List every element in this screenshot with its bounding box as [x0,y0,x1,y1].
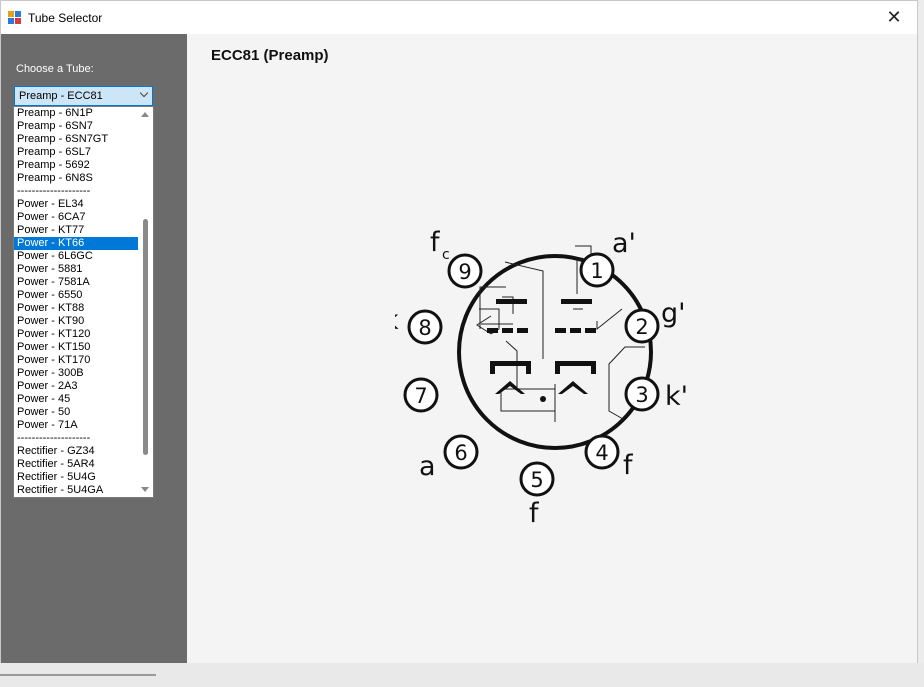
heater-junction [540,396,546,402]
dropdown-item[interactable]: Preamp - 6SN7GT [14,133,138,146]
pin-2-number: 2 [635,315,648,339]
pin-7-number: 7 [414,384,427,408]
pin-2-label: g' [661,298,686,329]
dropdown-item[interactable]: Power - 6L6GC [14,250,138,263]
pin-4-label: f [623,450,634,481]
scroll-up-icon[interactable] [141,112,149,117]
pin-4-number: 4 [595,441,608,465]
dropdown-item[interactable]: Power - KT120 [14,328,138,341]
dropdown-item[interactable]: Rectifier - 5U4GA [14,484,138,497]
pin-1-number: 1 [590,259,603,283]
dropdown-item[interactable]: Power - 6550 [14,289,138,302]
dropdown-item[interactable]: Power - KT88 [14,302,138,315]
pin-3-number: 3 [635,383,648,407]
pin-6-number: 6 [454,441,467,465]
dropdown-item[interactable]: Power - 7581A [14,276,138,289]
pin-1: 1 [579,252,615,288]
dropdown-items: Preamp - 6N1P Preamp - 6SN7 Preamp - 6SN7G… [14,107,138,497]
right-triode [555,299,596,394]
window-title: Tube Selector [28,11,103,25]
dropdown-scrollbar[interactable] [138,107,153,497]
pin-8-number: 8 [418,316,431,340]
pin-6-label: a [419,451,436,482]
dropdown-item[interactable]: Preamp - 6N8S [14,172,138,185]
dropdown-item[interactable]: Power - 5881 [14,263,138,276]
pin-9-sublabel: c [442,247,450,263]
dropdown-item[interactable]: Power - EL34 [14,198,138,211]
pin-5-number: 5 [530,468,543,492]
pin-9: 9 [447,253,483,289]
dropdown-item[interactable]: Power - 2A3 [14,380,138,393]
app-icon [8,11,21,24]
pin-3: 3 [624,376,660,412]
dropdown-item[interactable]: Power - KT150 [14,341,138,354]
bottom-scroll-indicator [0,674,156,676]
pin-7: 7 [403,377,439,413]
dropdown-item[interactable]: Preamp - 6SL7 [14,146,138,159]
pin-6: 6 [443,434,479,470]
pin-5: 5 [519,461,555,497]
dropdown-item[interactable]: Power - 71A [14,419,138,432]
app-window: Tube Selector ✕ Choose a Tube: Preamp - … [0,0,918,664]
tube-combobox[interactable]: Preamp - ECC81 [14,86,153,106]
pin-8-label: k [395,305,399,336]
dropdown-item[interactable]: Power - KT66 [14,237,138,250]
tube-title: ECC81 (Preamp) [211,47,329,64]
dropdown-item[interactable]: Power - 50 [14,406,138,419]
tube-pinout-diagram: 1 2 3 4 5 6 7 8 9 a' g' k' f f a f c [395,227,688,529]
tube-dropdown-list[interactable]: Preamp - 6N1P Preamp - 6SN7 Preamp - 6SN7G… [13,106,154,498]
pin-8: 8 [407,309,443,345]
pin-4: 4 [584,434,620,470]
chevron-down-icon[interactable] [139,88,149,98]
close-icon: ✕ [886,7,902,27]
dropdown-item[interactable]: Preamp - 5692 [14,159,138,172]
dropdown-item[interactable]: Power - 6CA7 [14,211,138,224]
pin-2: 2 [624,308,660,344]
pin-3-label: k' [665,381,688,412]
pin-1-label: a' [612,228,636,259]
dropdown-item[interactable]: Power - KT90 [14,315,138,328]
sidebar: Choose a Tube: Preamp - ECC81 Preamp - 6… [1,34,187,664]
close-button[interactable]: ✕ [871,1,917,34]
left-triode [487,299,531,394]
pin-9-label: f [430,227,441,258]
main-panel: ECC81 (Preamp) 1 2 3 4 5 6 7 8 9 a' g' k… [187,34,917,664]
dropdown-item[interactable]: Power - 300B [14,367,138,380]
choose-tube-label: Choose a Tube: [16,63,94,75]
dropdown-item[interactable]: Rectifier - 5AR4 [14,458,138,471]
dropdown-separator: -------------------- [17,185,91,197]
dropdown-item[interactable]: Preamp - 6SN7 [14,120,138,133]
dropdown-item[interactable]: Rectifier - 5U4G [14,471,138,484]
pin-9-number: 9 [458,260,471,284]
dropdown-item[interactable]: Preamp - 6N1P [14,107,138,120]
scroll-down-icon[interactable] [141,487,149,492]
pin-circles: 1 2 3 4 5 6 7 8 9 [403,252,660,497]
dropdown-separator: -------------------- [17,432,91,444]
scrollbar-thumb[interactable] [143,219,148,455]
title-bar[interactable]: Tube Selector ✕ [1,1,917,34]
combobox-value: Preamp - ECC81 [19,90,103,102]
dropdown-item[interactable]: Power - 45 [14,393,138,406]
dropdown-item[interactable]: Power - KT77 [14,224,138,237]
dropdown-item[interactable]: Rectifier - GZ34 [14,445,138,458]
pin-5-label: f [529,498,540,529]
dropdown-item[interactable]: Power - KT170 [14,354,138,367]
